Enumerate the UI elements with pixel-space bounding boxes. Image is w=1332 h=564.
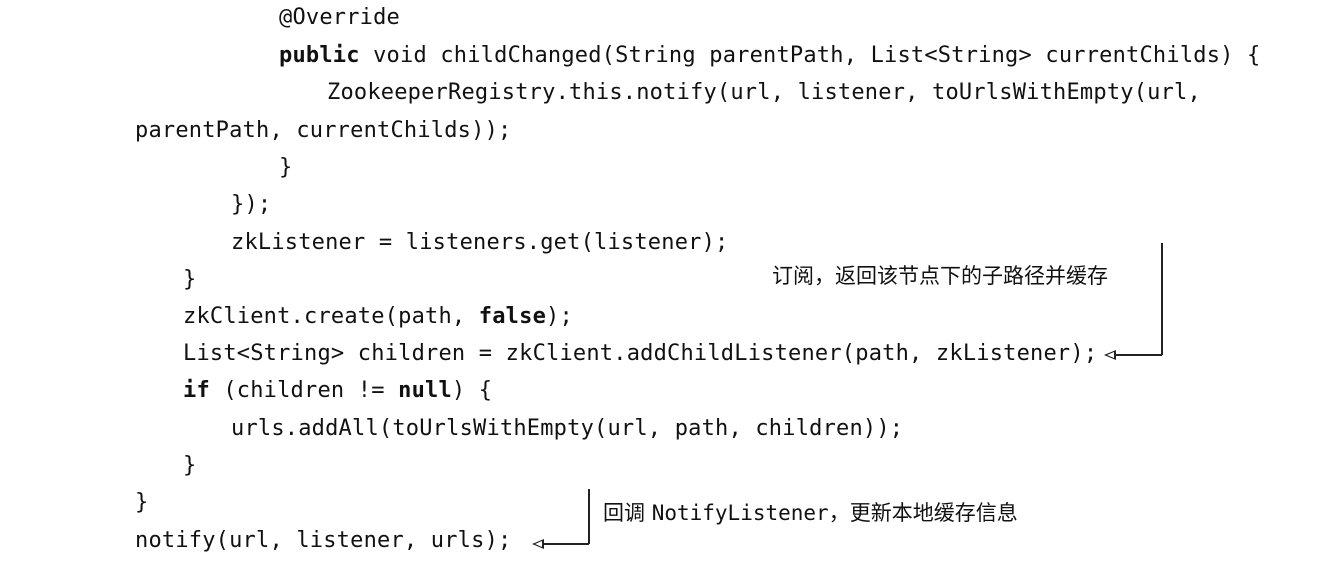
code-line: if (children != null) { (183, 378, 492, 404)
annotation-callback: 回调 NotifyListener，更新本地缓存信息 (603, 500, 1018, 526)
code-text: } (183, 267, 197, 292)
code-line: } (183, 453, 196, 479)
code-keyword: if (183, 378, 210, 403)
annotation-subscribe: 订阅，返回该节点下的子路径并缓存 (772, 264, 1108, 288)
code-text: } (135, 490, 149, 515)
code-text: } (183, 453, 197, 478)
annotation-callback-vertical-line (588, 489, 590, 544)
code-keyword: public (279, 43, 360, 68)
code-text: void childChanged(String parentPath, Lis… (359, 43, 1261, 68)
code-keyword: false (478, 304, 547, 329)
annotation-subscribe-vertical-line (1161, 243, 1163, 355)
code-text: (children != (209, 378, 399, 403)
code-text: parentPath, currentChilds)); (135, 118, 512, 143)
code-line: }); (231, 192, 271, 218)
code-text: ZookeeperRegistry.this.notify(url, liste… (327, 80, 1201, 105)
code-line: urls.addAll(toUrlsWithEmpty(url, path, c… (231, 416, 903, 442)
code-keyword: null (398, 378, 452, 403)
code-line: public void childChanged(String parentPa… (279, 43, 1261, 69)
code-line: zkListener = listeners.get(listener); (231, 230, 728, 256)
code-text: zkListener = listeners.get(listener); (231, 230, 729, 255)
code-text: @Override (279, 5, 401, 30)
code-line: } (183, 267, 196, 293)
code-line: @Override (279, 5, 400, 31)
code-text: List<String> children = zkClient.addChil… (183, 341, 1098, 366)
code-line: zkClient.create(path, false); (183, 304, 573, 330)
code-line: ZookeeperRegistry.this.notify(url, liste… (327, 80, 1201, 106)
code-line: } (135, 490, 148, 516)
code-line: parentPath, currentChilds)); (135, 118, 511, 144)
code-text: ); (546, 304, 573, 329)
annotation-callback-arrow-icon (532, 539, 544, 549)
code-line: List<String> children = zkClient.addChil… (183, 341, 1097, 367)
code-text: zkClient.create(path, (183, 304, 479, 329)
annotation-subscribe-horizontal-line (1112, 354, 1162, 356)
annotation-callback-suffix: ，更新本地缓存信息 (828, 501, 1018, 525)
code-line: notify(url, listener, urls); (135, 528, 511, 554)
annotation-subscribe-arrow-icon (1104, 350, 1116, 360)
code-text: notify(url, listener, urls); (135, 528, 512, 553)
code-line: } (279, 155, 292, 181)
code-text: }); (231, 192, 272, 217)
code-text: } (279, 155, 293, 180)
annotation-callback-horizontal-line (540, 543, 589, 545)
annotation-callback-prefix: 回调 (603, 501, 652, 525)
code-text: urls.addAll(toUrlsWithEmpty(url, path, c… (231, 416, 904, 441)
annotation-callback-class: NotifyListener (651, 501, 829, 525)
code-text: ) { (451, 378, 493, 403)
